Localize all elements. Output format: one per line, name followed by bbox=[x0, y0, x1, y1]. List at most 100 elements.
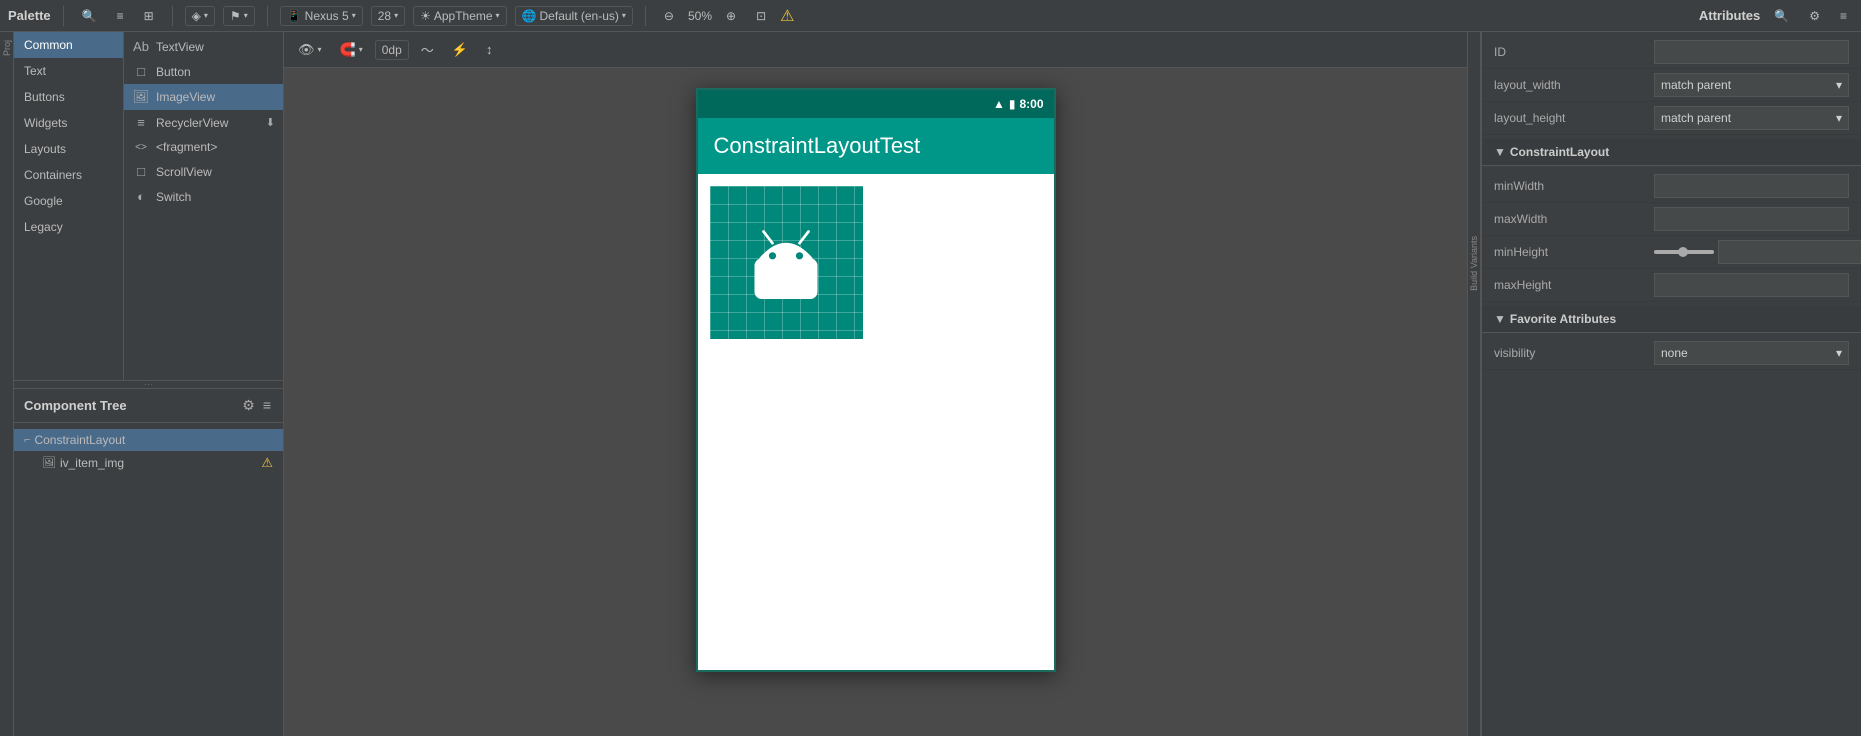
zoom-out-button[interactable]: ⊖ bbox=[658, 7, 680, 25]
widget-fragment[interactable]: <> <fragment> bbox=[124, 135, 283, 159]
attr-minheight-slider[interactable] bbox=[1654, 250, 1714, 254]
theme-dropdown[interactable]: ☀ AppTheme ▾ bbox=[413, 6, 506, 26]
attr-layout-width-value: match parent bbox=[1661, 78, 1731, 92]
widget-switch[interactable]: ◐ Switch bbox=[124, 184, 283, 209]
settings-button[interactable]: ⊞ bbox=[138, 7, 160, 25]
search-button[interactable]: 🔍 bbox=[76, 7, 103, 25]
attr-layout-height-value: match parent bbox=[1661, 111, 1731, 125]
widget-scrollview[interactable]: □ ScrollView bbox=[124, 159, 283, 184]
attr-row-minheight: minHeight bbox=[1482, 236, 1861, 269]
visibility-chevron: ▾ bbox=[1836, 346, 1842, 360]
layout-width-chevron: ▾ bbox=[1836, 78, 1842, 92]
api-dropdown[interactable]: 28 ▾ bbox=[371, 6, 405, 26]
guidelines-button[interactable]: ↕ bbox=[480, 39, 499, 60]
attr-row-minwidth: minWidth bbox=[1482, 170, 1861, 203]
build-variants-tab[interactable]: Build Variants bbox=[1468, 232, 1480, 295]
button-icon: □ bbox=[132, 64, 150, 79]
constraint-layout-section-header[interactable]: ▼ ConstraintLayout bbox=[1482, 139, 1861, 166]
phone-mockup: ▲ ▮ 8:00 ConstraintLayoutTest bbox=[696, 88, 1056, 672]
zoom-in-button[interactable]: ⊕ bbox=[720, 7, 742, 25]
sidebar-item-buttons[interactable]: Buttons bbox=[14, 84, 123, 110]
tree-settings-button[interactable]: ⚙ bbox=[240, 395, 257, 416]
component-tree-panel: Component Tree ⚙ ≡ ⌐ ConstraintLayout 🖼 … bbox=[14, 388, 283, 736]
fit-button[interactable]: ⊡ bbox=[750, 7, 772, 25]
widget-imageview[interactable]: 🖼 ImageView bbox=[124, 84, 283, 110]
constraint-layout-icon: ⌐ bbox=[24, 434, 30, 446]
infer-constraints-button[interactable]: 〜 bbox=[415, 37, 440, 62]
favorite-attrs-section-header[interactable]: ▼ Favorite Attributes bbox=[1482, 306, 1861, 333]
android-imageview[interactable] bbox=[710, 186, 863, 339]
attr-layout-width-label: layout_width bbox=[1494, 78, 1654, 92]
design-toolbar: 👁 ▾ 🧲 ▾ 0dp 〜 ⚡ ↕ bbox=[284, 32, 1467, 68]
constraint-section-title: ConstraintLayout bbox=[1510, 145, 1609, 159]
attr-row-maxheight: maxHeight bbox=[1482, 269, 1861, 302]
margin-label: 0dp bbox=[382, 43, 402, 57]
attr-minheight-container bbox=[1654, 240, 1861, 264]
top-toolbar: Palette 🔍 ≡ ⊞ ◈ ▾ ⚑ ▾ 📱 Nexus 5 ▾ 28 ▾ ☀… bbox=[0, 0, 1861, 32]
attr-maxheight-container bbox=[1654, 273, 1849, 297]
attr-settings-button[interactable]: ⚙ bbox=[1803, 7, 1826, 25]
attr-minwidth-label: minWidth bbox=[1494, 179, 1654, 193]
right-structure-tabs: Build Variants bbox=[1467, 32, 1481, 736]
attr-id-input[interactable] bbox=[1654, 40, 1849, 64]
sidebar-item-legacy[interactable]: Legacy bbox=[14, 214, 123, 240]
attr-maxwidth-input[interactable] bbox=[1654, 207, 1849, 231]
widget-recyclerview[interactable]: ≡ RecyclerView ⬇ bbox=[124, 110, 283, 135]
wave-icon: 〜 bbox=[421, 40, 434, 59]
attr-visibility-dropdown[interactable]: none ▾ bbox=[1654, 341, 1849, 365]
attr-minheight-slider-handle bbox=[1678, 247, 1688, 257]
sidebar-item-layouts[interactable]: Layouts bbox=[14, 136, 123, 162]
device-dropdown[interactable]: 📱 Nexus 5 ▾ bbox=[280, 6, 363, 26]
imageview-warning-icon: ⚠ bbox=[261, 455, 273, 471]
sidebar-item-text[interactable]: Text bbox=[14, 58, 123, 84]
time-display: 8:00 bbox=[1019, 97, 1043, 111]
sort-button[interactable]: ≡ bbox=[111, 7, 130, 25]
flag-dropdown[interactable]: ⚑ ▾ bbox=[223, 6, 255, 26]
attr-id-value-container bbox=[1654, 40, 1849, 64]
attr-layout-width-dropdown[interactable]: match parent ▾ bbox=[1654, 73, 1849, 97]
widget-button[interactable]: □ Button bbox=[124, 59, 283, 84]
attr-minheight-input[interactable] bbox=[1718, 240, 1861, 264]
separator-3 bbox=[267, 6, 268, 26]
sidebar-item-common[interactable]: Common bbox=[14, 32, 123, 58]
visibility-toggle-button[interactable]: 👁 ▾ bbox=[292, 39, 328, 61]
favorite-section-chevron: ▼ bbox=[1494, 312, 1506, 326]
component-tree-title: Component Tree bbox=[24, 398, 127, 413]
magnet-chevron: ▾ bbox=[359, 45, 363, 54]
attr-row-layout-height: layout_height match parent ▾ bbox=[1482, 102, 1861, 135]
tree-item-imageview[interactable]: 🖼 iv_item_img ⚠ bbox=[14, 451, 283, 475]
proj-tab[interactable]: Proj bbox=[1, 36, 13, 60]
locale-icon: 🌐 bbox=[522, 9, 537, 23]
scrollview-icon: □ bbox=[132, 164, 150, 179]
imageview-tree-icon: 🖼 bbox=[42, 456, 56, 469]
attr-minheight-label: minHeight bbox=[1494, 245, 1654, 259]
attr-layout-height-value-container: match parent ▾ bbox=[1654, 106, 1849, 130]
attr-row-visibility: visibility none ▾ bbox=[1482, 337, 1861, 370]
margin-dropdown[interactable]: 0dp bbox=[375, 40, 409, 60]
sidebar-item-containers[interactable]: Containers bbox=[14, 162, 123, 188]
constraint-toggle-button[interactable]: 🧲 ▾ bbox=[334, 39, 369, 61]
clear-constraints-button[interactable]: ⚡ bbox=[446, 39, 474, 61]
shape-dropdown[interactable]: ◈ ▾ bbox=[185, 6, 215, 26]
attr-search-button[interactable]: 🔍 bbox=[1768, 7, 1795, 25]
attr-layout-height-dropdown[interactable]: match parent ▾ bbox=[1654, 106, 1849, 130]
tree-sort-button[interactable]: ≡ bbox=[261, 395, 273, 416]
attr-minwidth-input[interactable] bbox=[1654, 174, 1849, 198]
sidebar-item-google[interactable]: Google bbox=[14, 188, 123, 214]
palette-content: Common Text Buttons Widgets Layouts Cont… bbox=[14, 32, 283, 380]
flag-chevron: ▾ bbox=[244, 11, 248, 20]
sidebar-item-widgets[interactable]: Widgets bbox=[14, 110, 123, 136]
eye-chevron: ▾ bbox=[318, 45, 322, 54]
drag-handle: ··· bbox=[14, 380, 283, 388]
locale-dropdown[interactable]: 🌐 Default (en-us) ▾ bbox=[515, 6, 633, 26]
imageview-tree-label: iv_item_img bbox=[60, 456, 124, 470]
canvas-area[interactable]: ▲ ▮ 8:00 ConstraintLayoutTest bbox=[284, 68, 1467, 736]
attr-row-layout-width: layout_width match parent ▾ bbox=[1482, 69, 1861, 102]
attr-maxheight-input[interactable] bbox=[1654, 273, 1849, 297]
attr-visibility-value: none bbox=[1661, 346, 1688, 360]
attr-more-button[interactable]: ≡ bbox=[1834, 7, 1853, 25]
arrows-icon: ↕ bbox=[486, 42, 493, 57]
attr-row-maxwidth: maxWidth bbox=[1482, 203, 1861, 236]
widget-textview[interactable]: Ab TextView bbox=[124, 34, 283, 59]
tree-item-constraint-layout[interactable]: ⌐ ConstraintLayout bbox=[14, 429, 283, 451]
